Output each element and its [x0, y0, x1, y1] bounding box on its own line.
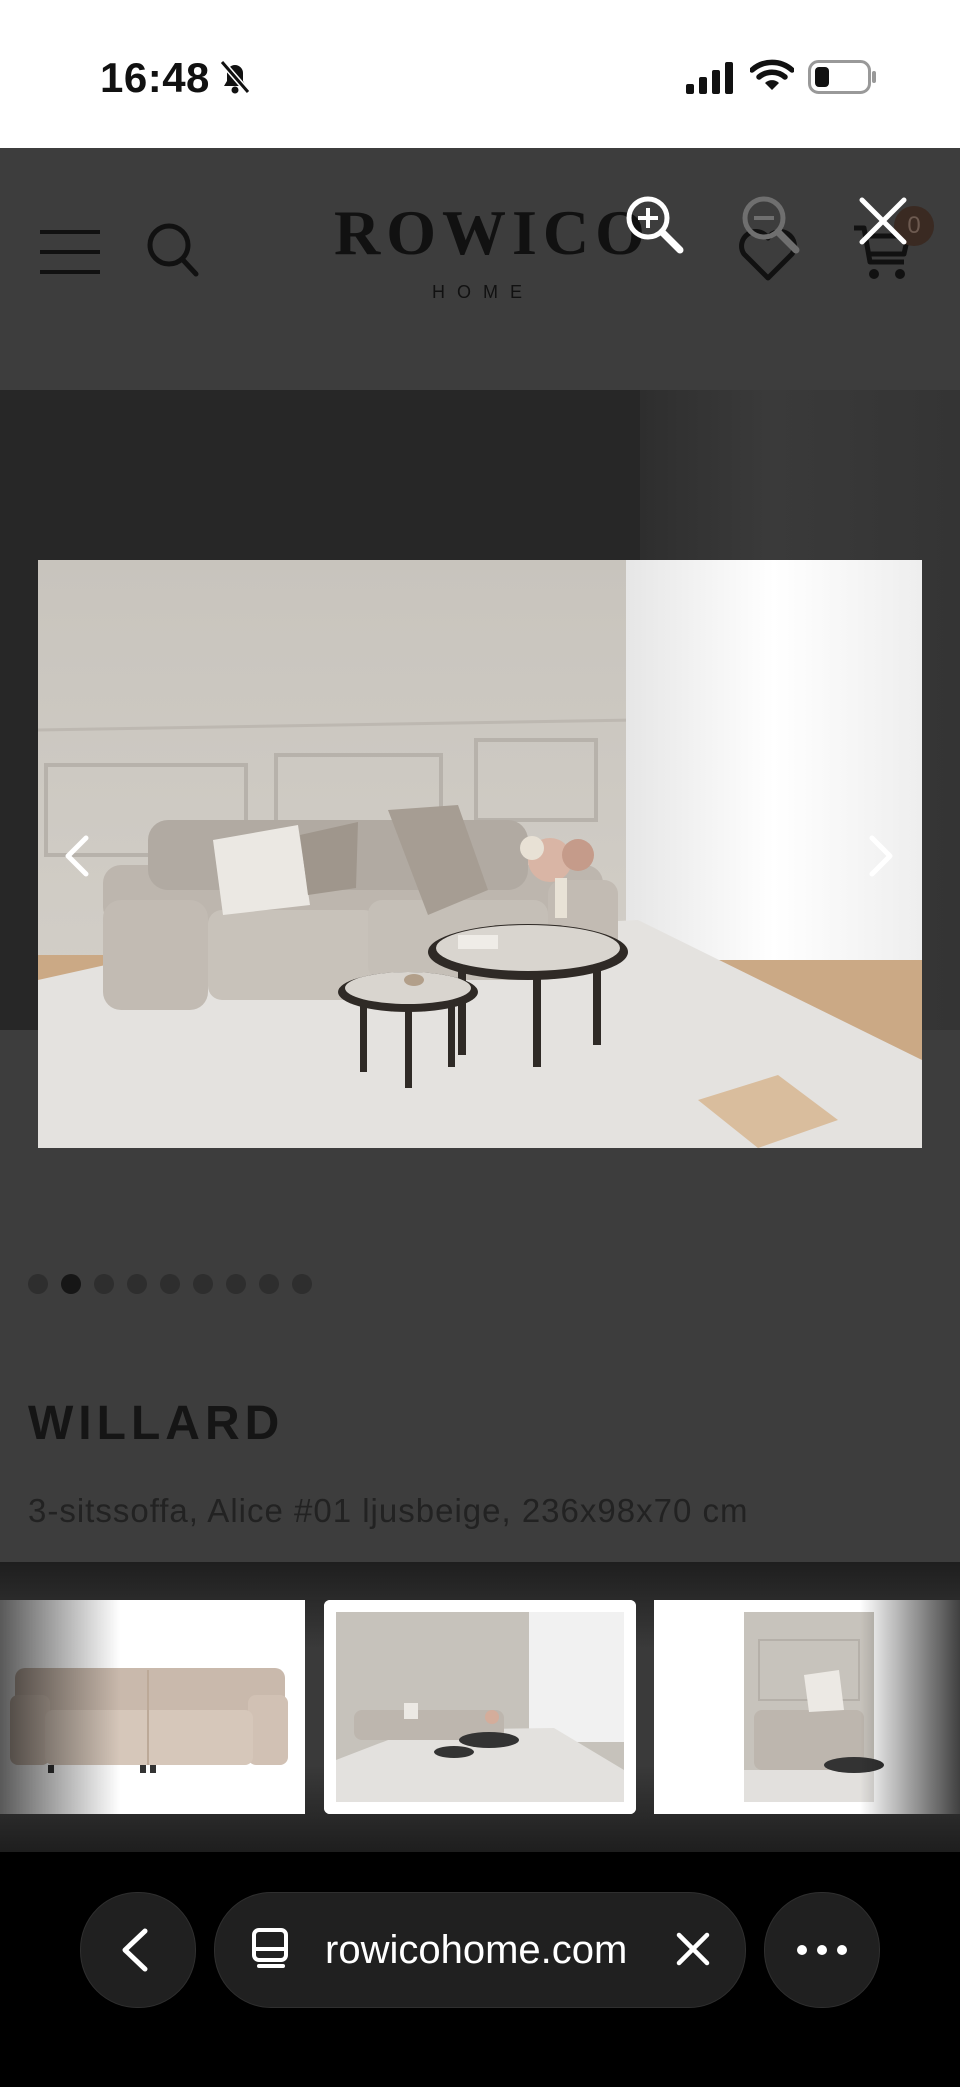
- product-title: WILLARD: [28, 1397, 285, 1450]
- back-icon: [122, 1928, 148, 1972]
- page-icon[interactable]: [251, 1927, 291, 1978]
- gallery-pagination: [28, 1274, 312, 1294]
- pagination-dot[interactable]: [292, 1274, 312, 1294]
- pagination-dot[interactable]: [28, 1274, 48, 1294]
- back-button[interactable]: [80, 1892, 196, 2008]
- cellular-signal-icon: [686, 62, 734, 99]
- chevron-right-icon[interactable]: [868, 834, 896, 883]
- chevron-left-icon[interactable]: [62, 834, 90, 883]
- pagination-dot-active[interactable]: [61, 1274, 81, 1294]
- menu-icon[interactable]: [40, 228, 100, 281]
- search-icon[interactable]: [146, 222, 200, 283]
- pagination-dot[interactable]: [259, 1274, 279, 1294]
- more-icon: [797, 1945, 847, 1955]
- brand-logo[interactable]: ROWICO: [334, 196, 651, 270]
- battery-icon: [808, 60, 878, 99]
- more-options-button[interactable]: [764, 1892, 880, 2008]
- zoom-out-icon[interactable]: [740, 194, 802, 261]
- zoom-in-icon[interactable]: [624, 194, 686, 261]
- address-bar[interactable]: rowicohome.com: [214, 1892, 746, 2008]
- status-time: 16:48: [100, 54, 210, 101]
- url-text[interactable]: rowicohome.com: [325, 1928, 627, 1973]
- product-image[interactable]: [38, 560, 922, 1148]
- product-subtitle: 3-sitssoffa, Alice #01 ljusbeige, 236x98…: [28, 1492, 749, 1529]
- pagination-dot[interactable]: [127, 1274, 147, 1294]
- pagination-dot[interactable]: [193, 1274, 213, 1294]
- pagination-dot[interactable]: [226, 1274, 246, 1294]
- clear-url-icon[interactable]: [675, 1931, 711, 1972]
- wifi-icon: [749, 58, 795, 97]
- thumbnail-fade-left: [0, 1600, 120, 1814]
- silent-bell-icon: [218, 58, 252, 101]
- pagination-dot[interactable]: [94, 1274, 114, 1294]
- thumbnail-fade-right: [860, 1600, 960, 1814]
- thumbnail-sofa-room[interactable]: [324, 1600, 636, 1814]
- brand-subtitle: HOME: [432, 282, 534, 302]
- status-bar: 16:48: [0, 0, 960, 148]
- pagination-dot[interactable]: [160, 1274, 180, 1294]
- close-icon[interactable]: [858, 196, 908, 251]
